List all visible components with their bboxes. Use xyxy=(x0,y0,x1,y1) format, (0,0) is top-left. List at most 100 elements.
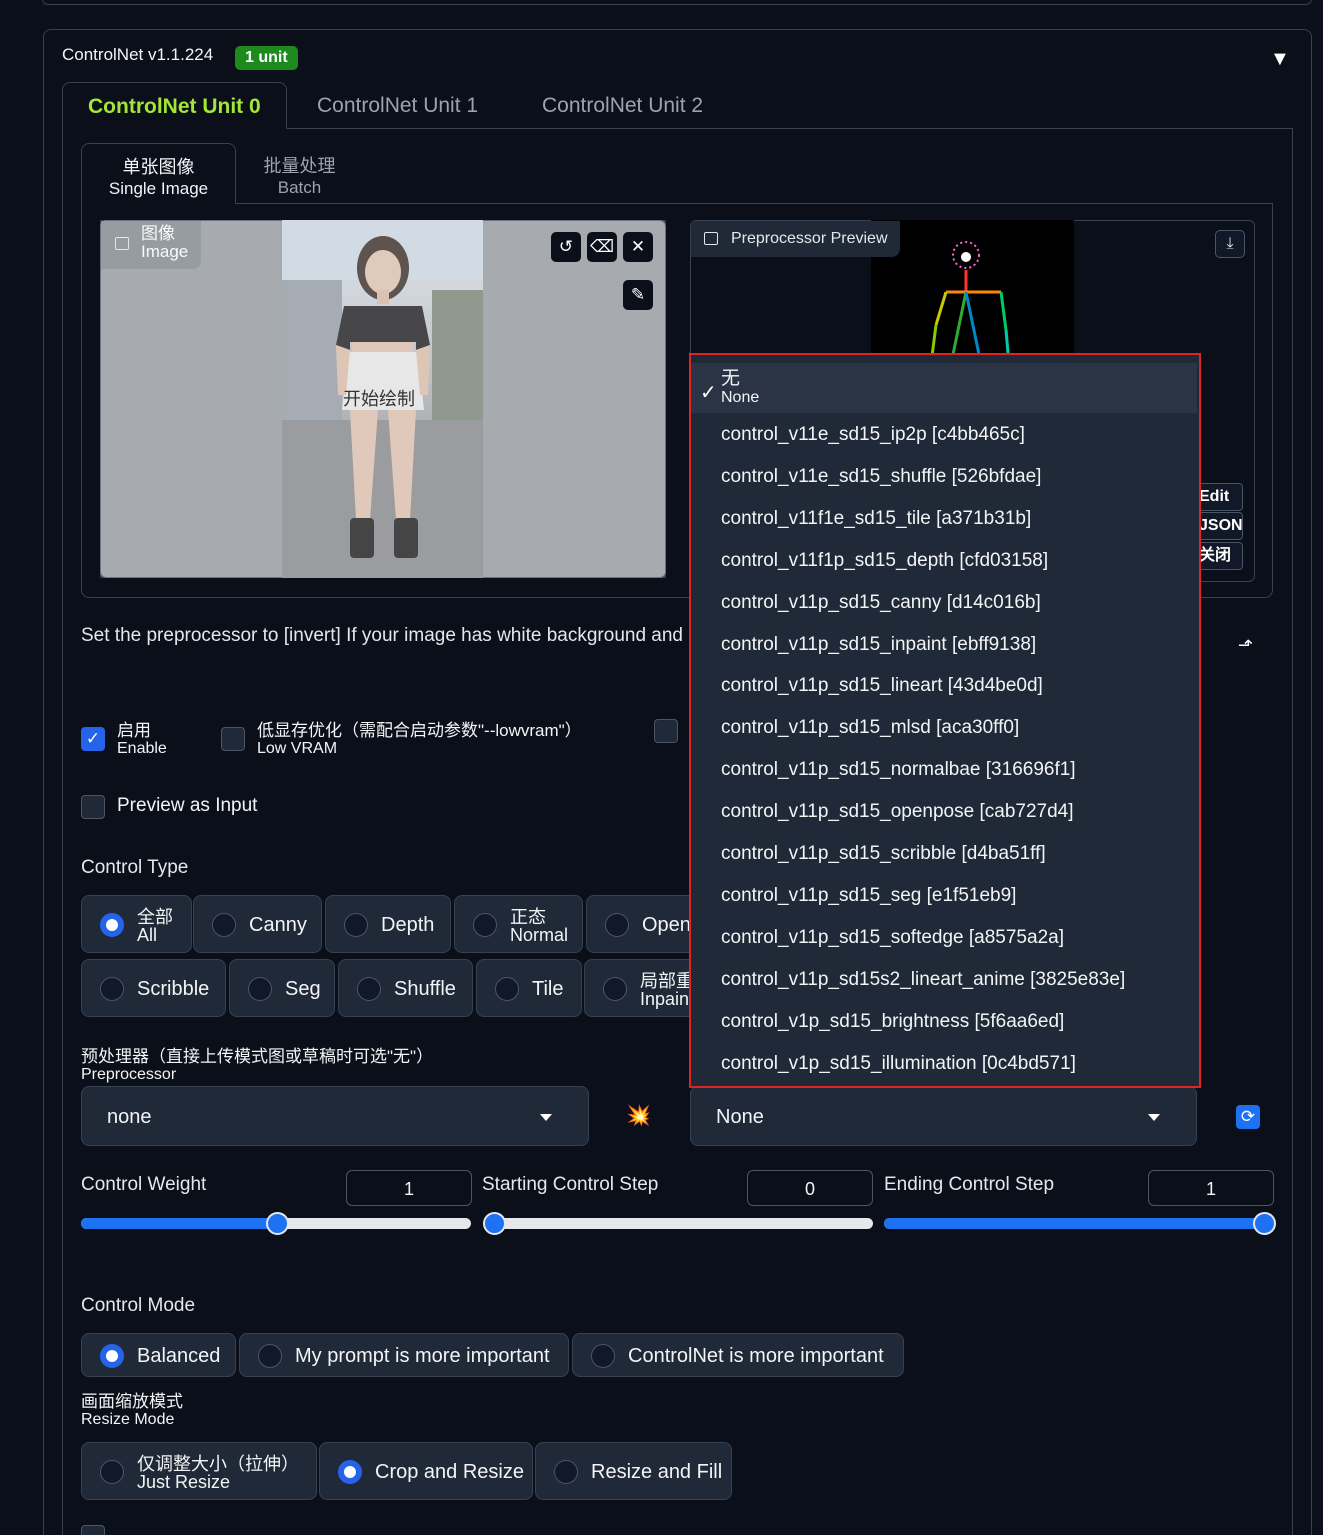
radio-dot xyxy=(603,977,627,1001)
ending-step-input[interactable]: 1 xyxy=(1148,1170,1274,1206)
controlnet-title[interactable]: ControlNet v1.1.224 xyxy=(62,45,213,65)
dropdown-item-none[interactable]: ✓ 无 None xyxy=(691,363,1197,413)
close-preview-button[interactable]: 关闭 xyxy=(1196,542,1243,570)
preview-as-input-checkbox[interactable] xyxy=(81,795,105,819)
edit-button[interactable]: Edit xyxy=(1196,483,1243,511)
control-type-normal[interactable]: 正态 Normal xyxy=(454,895,583,953)
dropdown-item[interactable]: control_v1p_sd15_illumination [0c4bd571] xyxy=(721,1053,1076,1075)
control-type-tile-label: Tile xyxy=(532,978,564,1000)
tab-unit-0[interactable]: ControlNet Unit 0 xyxy=(62,82,287,129)
resize-just-en: Just Resize xyxy=(137,1471,231,1492)
enable-label-zh: 启用 xyxy=(117,721,151,740)
dropdown-item[interactable]: control_v11p_sd15_mlsd [aca30ff0] xyxy=(721,717,1019,739)
json-button[interactable]: JSON xyxy=(1196,512,1243,540)
preprocessor-select[interactable]: none xyxy=(81,1086,589,1146)
undo-icon[interactable]: ↺ xyxy=(551,232,581,262)
brush-icon[interactable]: ✎ xyxy=(623,280,653,310)
preprocessor-preview-title: Preprocessor Preview xyxy=(731,230,888,247)
control-mode-controlnet[interactable]: ControlNet is more important xyxy=(572,1333,904,1377)
control-type-all[interactable]: 全部 All xyxy=(81,895,192,953)
control-mode-title: Control Mode xyxy=(81,1295,196,1316)
dropdown-item[interactable]: control_v11p_sd15_lineart [43d4be0d] xyxy=(721,675,1043,697)
expand-arrow-icon[interactable]: ⬏ xyxy=(1238,635,1253,656)
control-mode-prompt[interactable]: My prompt is more important xyxy=(239,1333,569,1377)
resize-mode-resize-and-fill[interactable]: Resize and Fill xyxy=(535,1442,732,1500)
dropdown-item[interactable]: control_v11p_sd15_scribble [d4ba51ff] xyxy=(721,843,1046,865)
resize-mode-crop-and-resize[interactable]: Crop and Resize xyxy=(319,1442,533,1500)
radio-dot xyxy=(495,977,519,1001)
control-type-scribble[interactable]: Scribble xyxy=(81,959,226,1017)
loopback-checkbox[interactable] xyxy=(81,1525,105,1535)
control-type-title: Control Type xyxy=(81,857,189,878)
lowvram-label-en: Low VRAM xyxy=(257,740,338,757)
tab-unit-1[interactable]: ControlNet Unit 1 xyxy=(292,82,503,129)
subtab-batch[interactable]: 批量处理 Batch xyxy=(236,143,363,204)
control-weight-label: Control Weight xyxy=(81,1174,207,1195)
radio-dot xyxy=(100,1344,124,1368)
subtab-batch-zh: 批量处理 xyxy=(263,156,336,176)
enable-checkbox[interactable]: ✓ xyxy=(81,727,105,751)
dropdown-item[interactable]: control_v11p_sd15_openpose [cab727d4] xyxy=(721,801,1074,823)
control-weight-thumb[interactable] xyxy=(266,1212,289,1235)
control-type-normal-zh: 正态 xyxy=(510,906,546,927)
radio-dot xyxy=(100,913,124,937)
units-badge: 1 unit xyxy=(235,46,298,70)
dropdown-item[interactable]: control_v11p_sd15_inpaint [ebff9138] xyxy=(721,634,1036,656)
pixel-perfect-checkbox[interactable] xyxy=(654,719,678,743)
dropdown-item[interactable]: control_v1p_sd15_brightness [5f6aa6ed] xyxy=(721,1011,1064,1033)
dropdown-item[interactable]: control_v11f1e_sd15_tile [a371b31b] xyxy=(721,508,1031,530)
eraser-icon[interactable]: ⌫ xyxy=(587,232,617,262)
dropdown-none-en: None xyxy=(721,389,760,406)
collapse-icon[interactable]: ▼ xyxy=(1270,48,1290,71)
starting-step-track[interactable] xyxy=(483,1218,873,1229)
enable-label-en: Enable xyxy=(117,740,167,757)
pose-preview-image xyxy=(871,220,1074,364)
lowvram-checkbox[interactable] xyxy=(221,727,245,751)
run-preprocessor-icon[interactable]: 💥 xyxy=(626,1103,651,1128)
refresh-icon[interactable]: ⟳ xyxy=(1236,1105,1260,1129)
preprocessor-label-en: Preprocessor xyxy=(81,1066,177,1083)
control-type-all-zh: 全部 xyxy=(137,906,173,927)
radio-dot xyxy=(212,913,236,937)
control-type-shuffle[interactable]: Shuffle xyxy=(338,959,473,1017)
control-mode-balanced-label: Balanced xyxy=(137,1345,221,1367)
ending-step-label: Ending Control Step xyxy=(884,1174,1055,1195)
download-icon[interactable]: ⤓ xyxy=(1215,230,1245,258)
dropdown-item[interactable]: control_v11p_sd15_canny [d14c016b] xyxy=(721,592,1041,614)
dropdown-item[interactable]: control_v11p_sd15_normalbae [316696f1] xyxy=(721,759,1076,781)
resize-mode-just-resize[interactable]: 仅调整大小（拉伸） Just Resize xyxy=(81,1442,317,1500)
dropdown-item[interactable]: control_v11p_sd15s2_lineart_anime [3825e… xyxy=(721,969,1125,991)
subtab-single-image[interactable]: 单张图像 Single Image xyxy=(81,143,236,204)
image-label-zh: 图像 xyxy=(141,224,175,243)
resize-mode-title: 画面缩放模式 Resize Mode xyxy=(81,1393,183,1429)
dropdown-item[interactable]: control_v11e_sd15_ip2p [c4bb465c] xyxy=(721,424,1025,446)
control-weight-input[interactable]: 1 xyxy=(346,1170,472,1206)
control-type-inpaint-en: Inpaint xyxy=(640,988,695,1009)
image-icon xyxy=(115,237,129,250)
close-icon[interactable]: ✕ xyxy=(623,232,653,262)
resize-mode-title-en: Resize Mode xyxy=(81,1411,175,1428)
control-type-depth-label: Depth xyxy=(381,914,435,936)
chevron-down-icon xyxy=(540,1114,552,1121)
dropdown-item[interactable]: control_v11p_sd15_seg [e1f51eb9] xyxy=(721,885,1016,907)
dropdown-item[interactable]: control_v11f1p_sd15_depth [cfd03158] xyxy=(721,550,1048,572)
control-type-scribble-label: Scribble xyxy=(137,978,210,1000)
enable-label: 启用 Enable xyxy=(117,722,167,758)
control-type-seg[interactable]: Seg xyxy=(229,959,335,1017)
model-select[interactable]: None xyxy=(690,1086,1197,1146)
control-type-canny[interactable]: Canny xyxy=(193,895,322,953)
starting-step-input[interactable]: 0 xyxy=(747,1170,873,1206)
control-mode-balanced[interactable]: Balanced xyxy=(81,1333,236,1377)
control-type-tile[interactable]: Tile xyxy=(476,959,582,1017)
control-type-depth[interactable]: Depth xyxy=(325,895,451,953)
preprocessor-preview-label: Preprocessor Preview xyxy=(691,221,900,257)
radio-dot xyxy=(258,1344,282,1368)
starting-step-thumb[interactable] xyxy=(483,1212,506,1235)
dropdown-item[interactable]: control_v11e_sd15_shuffle [526bfdae] xyxy=(721,466,1041,488)
model-dropdown-list[interactable]: ✓ 无 None control_v11e_sd15_ip2p [c4bb465… xyxy=(689,353,1201,1088)
tab-unit-2[interactable]: ControlNet Unit 2 xyxy=(517,82,728,129)
control-type-canny-label: Canny xyxy=(249,914,307,936)
control-type-normal-en: Normal xyxy=(510,924,569,945)
ending-step-thumb[interactable] xyxy=(1253,1212,1276,1235)
dropdown-item[interactable]: control_v11p_sd15_softedge [a8575a2a] xyxy=(721,927,1064,949)
